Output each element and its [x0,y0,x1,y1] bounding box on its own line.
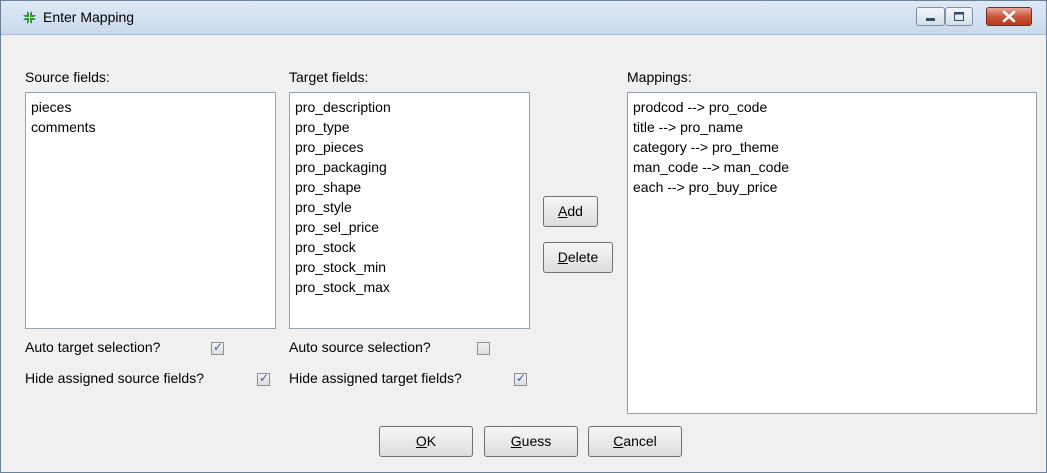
list-item[interactable]: each --> pro_buy_price [633,177,1031,197]
list-item[interactable]: pro_pieces [295,137,524,157]
hide-assigned-source-label: Hide assigned source fields? [25,370,204,386]
ok-button-label: K [426,433,437,449]
guess-button[interactable]: Guess [484,426,578,457]
hide-assigned-target-label: Hide assigned target fields? [289,370,462,386]
list-item[interactable]: pro_stock_min [295,257,524,277]
list-item[interactable]: category --> pro_theme [633,137,1031,157]
hide-assigned-source-checkbox[interactable]: ✓ [257,371,270,386]
cancel-button-mnemonic: C [613,433,624,449]
auto-source-selection-checkbox[interactable] [477,342,490,355]
auto-target-selection-checkbox[interactable]: ✓ [211,340,224,355]
maximize-button[interactable] [945,7,973,26]
maximize-icon [954,12,964,21]
ok-button-mnemonic: O [415,433,427,449]
cancel-button[interactable]: Cancel [588,426,682,457]
list-item[interactable]: man_code --> man_code [633,157,1031,177]
mappings-list[interactable]: prodcod --> pro_code title --> pro_name … [627,92,1037,414]
list-item[interactable]: pro_style [295,197,524,217]
list-item[interactable]: pro_sel_price [295,217,524,237]
add-button-mnemonic: A [558,203,568,219]
enter-mapping-dialog: Enter Mapping Source fields: pieces comm… [0,0,1047,473]
guess-button-label: uess [521,433,552,449]
minimize-icon [926,18,935,21]
list-item[interactable]: pro_stock [295,237,524,257]
auto-source-selection-label: Auto source selection? [289,339,431,355]
auto-target-selection-label: Auto target selection? [25,339,161,355]
check-icon: ✓ [213,340,224,354]
delete-button-label: elete [567,249,599,265]
delete-button-mnemonic: D [557,249,568,265]
source-fields-list[interactable]: pieces comments [25,92,276,329]
list-item[interactable]: pieces [31,97,270,117]
ok-button[interactable]: OK [379,426,473,457]
arrows-in-icon [21,9,38,26]
mappings-label: Mappings: [627,69,692,85]
window-title: Enter Mapping [43,9,135,25]
list-item[interactable]: pro_stock_max [295,277,524,297]
add-button[interactable]: Add [543,196,598,227]
title-bar[interactable]: Enter Mapping [1,1,1046,35]
list-item[interactable]: title --> pro_name [633,117,1031,137]
list-item[interactable]: pro_description [295,97,524,117]
add-button-label: dd [567,203,583,219]
hide-assigned-target-checkbox[interactable]: ✓ [514,371,527,386]
target-fields-label: Target fields: [289,69,369,85]
list-item[interactable]: prodcod --> pro_code [633,97,1031,117]
source-fields-label: Source fields: [25,69,110,85]
minimize-button[interactable] [916,7,945,26]
delete-button[interactable]: Delete [543,242,613,273]
close-icon [1002,10,1016,23]
list-item[interactable]: pro_packaging [295,157,524,177]
list-item[interactable]: comments [31,117,270,137]
check-icon: ✓ [516,371,527,385]
target-fields-list[interactable]: pro_description pro_type pro_pieces pro_… [289,92,530,329]
list-item[interactable]: pro_shape [295,177,524,197]
check-icon: ✓ [259,371,270,385]
list-item[interactable]: pro_type [295,117,524,137]
cancel-button-label: ancel [623,433,657,449]
guess-button-mnemonic: G [510,433,522,449]
close-button[interactable] [986,7,1032,26]
